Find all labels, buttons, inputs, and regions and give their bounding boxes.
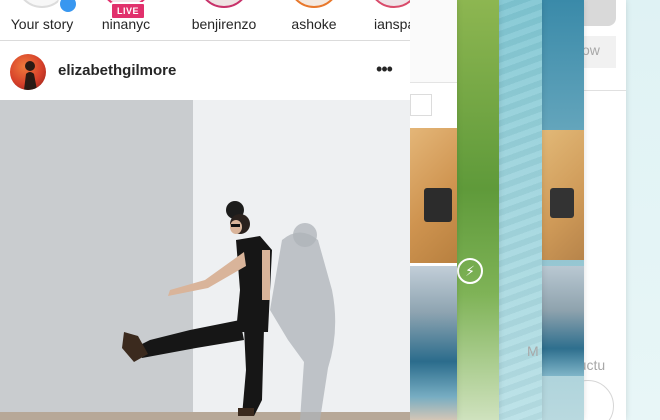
story-username: ninanyc bbox=[101, 16, 151, 32]
card-header bbox=[410, 0, 457, 83]
photo-figure bbox=[122, 201, 336, 420]
card-top-pill bbox=[582, 0, 616, 26]
camera-shape bbox=[424, 188, 452, 222]
story-ninanyc[interactable]: LIVE ninanyc bbox=[84, 0, 168, 40]
story-username: ianspa bbox=[374, 16, 410, 32]
story-username: benjirenzo bbox=[191, 16, 257, 32]
card-checkbox bbox=[410, 94, 432, 116]
story-avatar bbox=[288, 0, 340, 8]
lightning-icon[interactable]: ⚡ bbox=[457, 258, 483, 284]
app-card-settings[interactable]: ow ructu bbox=[582, 0, 626, 420]
post-header: elizabethgilmore ••• bbox=[0, 41, 410, 100]
story-your-story[interactable]: Your story bbox=[0, 0, 84, 40]
thumb-mountain bbox=[540, 266, 584, 376]
post-photo[interactable] bbox=[0, 100, 410, 420]
story-avatar bbox=[368, 0, 410, 8]
card-label-bottom: ructu bbox=[582, 357, 606, 373]
story-ashoke[interactable]: ashoke bbox=[272, 0, 356, 40]
story-ianspa[interactable]: ianspa bbox=[352, 0, 410, 40]
divider bbox=[582, 90, 626, 91]
story-avatar bbox=[198, 0, 250, 8]
post-username[interactable]: elizabethgilmore bbox=[58, 62, 176, 79]
more-horizontal-icon[interactable]: ••• bbox=[372, 57, 396, 81]
circle-control bbox=[582, 380, 614, 420]
camera-shape bbox=[550, 188, 574, 218]
app-card-green[interactable]: ⚡ bbox=[455, 0, 499, 420]
avatar[interactable] bbox=[10, 54, 46, 90]
story-benjirenzo[interactable]: benjirenzo bbox=[182, 0, 266, 40]
stories-row: Your story LIVE ninanyc benjirenzo ashok… bbox=[0, 0, 410, 41]
avatar-silhouette bbox=[24, 61, 37, 90]
app-card-photos-3[interactable] bbox=[540, 0, 584, 420]
card-label-top: ow bbox=[582, 42, 600, 58]
app-card-far-right[interactable] bbox=[625, 0, 660, 420]
thumb-mountain bbox=[410, 266, 457, 420]
card-label-m: M bbox=[527, 343, 539, 359]
app-card-browser[interactable] bbox=[410, 0, 457, 420]
add-story-icon bbox=[58, 0, 78, 14]
story-username: Your story bbox=[10, 16, 74, 32]
story-username: ashoke bbox=[291, 16, 337, 32]
